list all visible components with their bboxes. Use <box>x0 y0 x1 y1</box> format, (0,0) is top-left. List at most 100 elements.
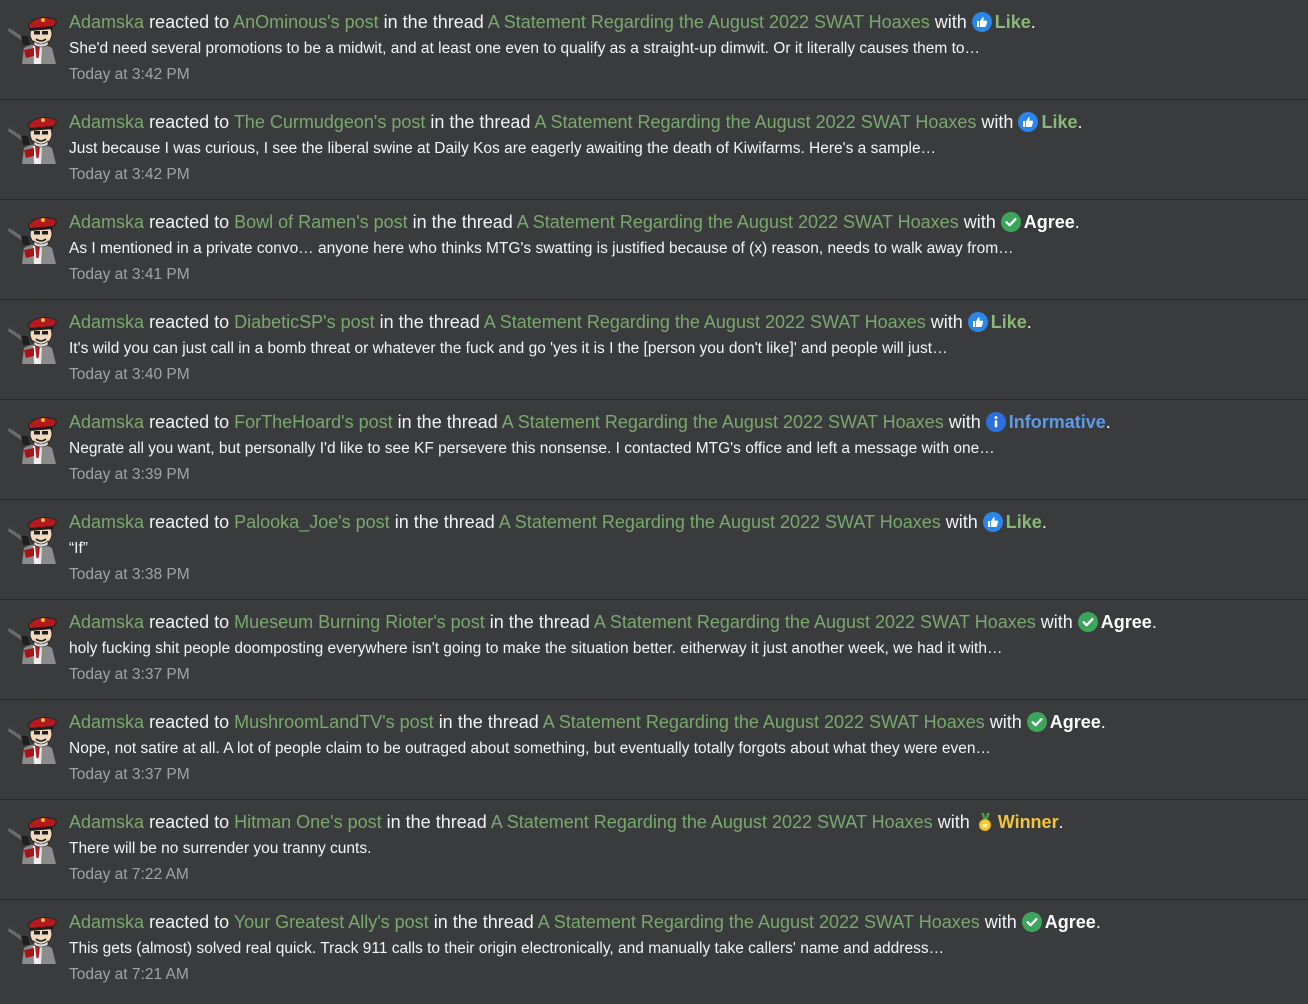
username-link[interactable]: Adamska <box>69 912 144 932</box>
period-label: . <box>1105 412 1111 432</box>
timestamp[interactable]: Today at 3:37 PM <box>69 765 190 785</box>
username-link[interactable]: Adamska <box>69 712 144 732</box>
reacted-to-label: reacted to <box>149 712 230 732</box>
timestamp[interactable]: Today at 7:22 AM <box>69 865 189 885</box>
in-thread-label: in the thread <box>433 912 534 932</box>
username-link[interactable]: Adamska <box>69 512 144 532</box>
thread-link[interactable]: A Statement Regarding the August 2022 SW… <box>488 12 930 32</box>
with-label: with <box>984 912 1017 932</box>
checkmark-icon <box>1000 212 1021 232</box>
thread-link[interactable]: A Statement Regarding the August 2022 SW… <box>499 512 941 532</box>
period-label: . <box>1041 512 1047 532</box>
post-snippet: She'd need several promotions to be a mi… <box>69 40 981 57</box>
with-label: with <box>945 512 978 532</box>
checkmark-icon <box>1026 712 1047 732</box>
with-label: with <box>989 712 1022 732</box>
post-link[interactable]: MushroomLandTV's post <box>234 712 434 732</box>
post-link[interactable]: Mueseum Burning Rioter's post <box>234 612 485 632</box>
timestamp[interactable]: Today at 3:42 PM <box>69 65 190 85</box>
post-snippet: It's wild you can just call in a bomb th… <box>69 340 948 357</box>
reaction-summary: Adamska reacted to MushroomLandTV's post… <box>69 711 1106 733</box>
list-item: Adamska reacted to ForTheHoard's post in… <box>0 400 1308 500</box>
thread-link[interactable]: A Statement Regarding the August 2022 SW… <box>534 112 976 132</box>
in-thread-label: in the thread <box>489 612 590 632</box>
timestamp[interactable]: Today at 3:37 PM <box>69 665 190 685</box>
thumbs-up-icon <box>1018 112 1039 132</box>
username-link[interactable]: Adamska <box>69 412 144 432</box>
period-label: . <box>1151 612 1157 632</box>
thread-link[interactable]: A Statement Regarding the August 2022 SW… <box>502 412 944 432</box>
period-label: . <box>1100 712 1106 732</box>
username-link[interactable]: Adamska <box>69 12 144 32</box>
timestamp[interactable]: Today at 3:42 PM <box>69 165 190 185</box>
thread-link[interactable]: A Statement Regarding the August 2022 SW… <box>594 612 1036 632</box>
avatar[interactable] <box>8 612 60 664</box>
avatar[interactable] <box>8 112 60 164</box>
checkmark-icon <box>1021 912 1042 932</box>
reaction-label: Agree <box>1100 612 1152 632</box>
avatar[interactable] <box>8 712 60 764</box>
username-link[interactable]: Adamska <box>69 112 144 132</box>
username-link[interactable]: Adamska <box>69 612 144 632</box>
username-link[interactable]: Adamska <box>69 812 144 832</box>
thread-link[interactable]: A Statement Regarding the August 2022 SW… <box>484 312 926 332</box>
avatar[interactable] <box>8 312 60 364</box>
checkmark-icon <box>1077 612 1098 632</box>
in-thread-label: in the thread <box>394 512 495 532</box>
with-label: with <box>930 312 963 332</box>
username-link[interactable]: Adamska <box>69 312 144 332</box>
info-icon <box>985 412 1006 432</box>
thumbs-up-icon <box>971 12 992 32</box>
thumbs-up-icon <box>982 512 1003 532</box>
post-link[interactable]: Bowl of Ramen's post <box>234 212 408 232</box>
avatar[interactable] <box>8 12 60 64</box>
timestamp[interactable]: Today at 3:39 PM <box>69 465 190 485</box>
in-thread-label: in the thread <box>383 12 484 32</box>
reaction-label: Winner <box>997 812 1059 832</box>
with-label: with <box>934 12 967 32</box>
avatar[interactable] <box>8 412 60 464</box>
list-item: Adamska reacted to DiabeticSP's post in … <box>0 300 1308 400</box>
in-thread-label: in the thread <box>379 312 480 332</box>
timestamp[interactable]: Today at 3:38 PM <box>69 565 190 585</box>
post-link[interactable]: The Curmudgeon's post <box>234 112 426 132</box>
thread-link[interactable]: A Statement Regarding the August 2022 SW… <box>543 712 985 732</box>
username-link[interactable]: Adamska <box>69 212 144 232</box>
timestamp[interactable]: Today at 3:40 PM <box>69 365 190 385</box>
post-link[interactable]: AnOminous's post <box>233 12 379 32</box>
post-link[interactable]: ForTheHoard's post <box>234 412 393 432</box>
avatar[interactable] <box>8 812 60 864</box>
reaction-label: Informative <box>1008 412 1106 432</box>
reaction-summary: Adamska reacted to The Curmudgeon's post… <box>69 111 1083 133</box>
period-label: . <box>1030 12 1036 32</box>
reacted-to-label: reacted to <box>149 512 230 532</box>
reaction-summary: Adamska reacted to Palooka_Joe's post in… <box>69 511 1047 533</box>
post-snippet: “If” <box>69 540 88 557</box>
timestamp[interactable]: Today at 3:41 PM <box>69 265 190 285</box>
post-snippet: This gets (almost) solved real quick. Tr… <box>69 940 945 957</box>
medal-icon <box>975 812 995 832</box>
list-item: Adamska reacted to Palooka_Joe's post in… <box>0 500 1308 600</box>
list-item: Adamska reacted to The Curmudgeon's post… <box>0 100 1308 200</box>
post-link[interactable]: Hitman One's post <box>234 812 382 832</box>
reacted-to-label: reacted to <box>149 812 230 832</box>
thread-link[interactable]: A Statement Regarding the August 2022 SW… <box>491 812 933 832</box>
avatar[interactable] <box>8 212 60 264</box>
reaction-label: Agree <box>1023 212 1075 232</box>
reaction-summary: Adamska reacted to AnOminous's post in t… <box>69 11 1036 33</box>
avatar[interactable] <box>8 512 60 564</box>
avatar[interactable] <box>8 912 60 964</box>
post-link[interactable]: Your Greatest Ally's post <box>234 912 429 932</box>
thread-link[interactable]: A Statement Regarding the August 2022 SW… <box>517 212 959 232</box>
post-snippet: As I mentioned in a private convo… anyon… <box>69 240 1014 257</box>
reacted-to-label: reacted to <box>149 212 230 232</box>
post-link[interactable]: Palooka_Joe's post <box>234 512 390 532</box>
reaction-feed: Adamska reacted to AnOminous's post in t… <box>0 0 1308 1004</box>
thread-link[interactable]: A Statement Regarding the August 2022 SW… <box>538 912 980 932</box>
post-snippet: Just because I was curious, I see the li… <box>69 140 937 157</box>
reacted-to-label: reacted to <box>149 312 230 332</box>
post-link[interactable]: DiabeticSP's post <box>234 312 375 332</box>
with-label: with <box>963 212 996 232</box>
timestamp[interactable]: Today at 7:21 AM <box>69 965 189 985</box>
in-thread-label: in the thread <box>397 412 498 432</box>
